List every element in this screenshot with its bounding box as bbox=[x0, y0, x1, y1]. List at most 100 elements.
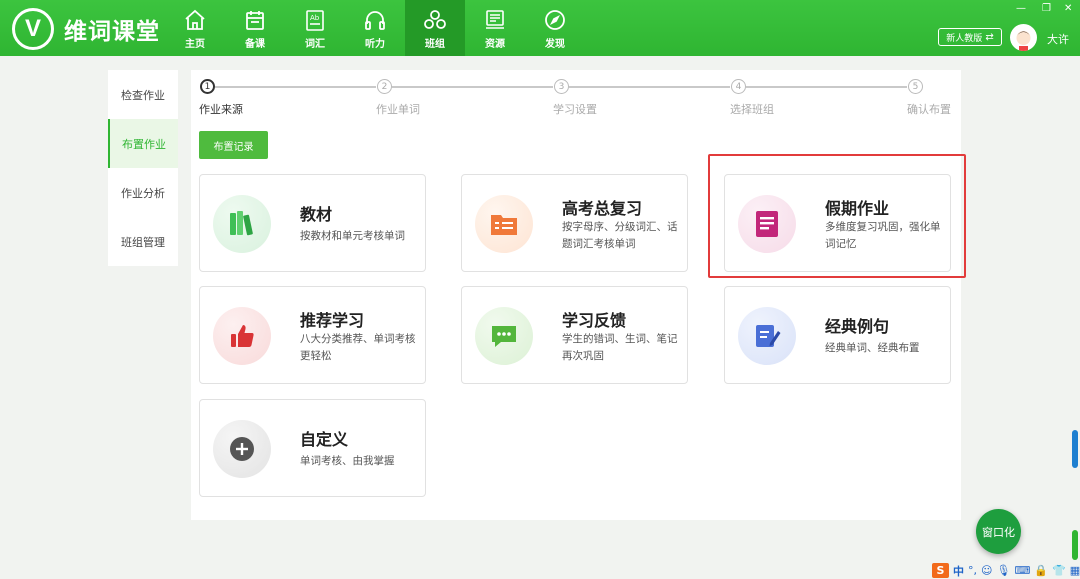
step-number: 5 bbox=[908, 79, 923, 94]
close-icon[interactable]: ✕ bbox=[1064, 3, 1072, 14]
step-label: 选择班组 bbox=[730, 103, 774, 116]
step-4: 4 选择班组 bbox=[730, 79, 774, 116]
sidebar-item-class-management[interactable]: 班组管理 bbox=[108, 217, 178, 266]
card-description: 按教材和单元考核单词 bbox=[300, 230, 405, 242]
card-description: 八大分类推荐、单词考核更轻松 bbox=[300, 333, 416, 362]
nav-label: 班组 bbox=[425, 38, 445, 50]
nav-label: 听力 bbox=[365, 38, 385, 50]
step-number: 4 bbox=[731, 79, 746, 94]
punctuation-icon[interactable]: °, bbox=[968, 564, 977, 577]
step-label: 作业单词 bbox=[376, 103, 420, 116]
textbook-version-label: 新人教版 bbox=[946, 33, 983, 44]
microphone-icon[interactable]: 🎙 bbox=[996, 564, 1010, 577]
nav-label: 主页 bbox=[185, 38, 205, 50]
nav-label: 发现 bbox=[545, 38, 565, 50]
step-1: 1 作业来源 bbox=[199, 79, 243, 116]
nav-label: 资源 bbox=[485, 38, 505, 50]
lock-icon[interactable]: 🔒 bbox=[1034, 564, 1048, 577]
headphones-icon bbox=[362, 7, 388, 33]
folder-icon bbox=[475, 195, 533, 253]
card-title: 经典例句 bbox=[825, 317, 890, 336]
source-card-textbook[interactable]: 教材 按教材和单元考核单词 bbox=[199, 174, 426, 272]
nav-home[interactable]: 主页 bbox=[165, 0, 225, 56]
step-connector bbox=[215, 86, 376, 88]
svg-text:Ab: Ab bbox=[310, 14, 320, 22]
app-name: 维词课堂 bbox=[64, 19, 160, 45]
step-progress: 1 作业来源 2 作业单词 3 学习设置 4 选择班组 5 确认布置 bbox=[191, 79, 961, 119]
resources-icon bbox=[482, 7, 508, 33]
vocabulary-icon: Ab bbox=[302, 7, 328, 33]
logo-v-icon: V bbox=[12, 8, 54, 50]
step-connector bbox=[569, 86, 730, 88]
step-5: 5 确认布置 bbox=[907, 79, 951, 116]
home-icon bbox=[182, 7, 208, 33]
step-label: 作业来源 bbox=[199, 103, 243, 116]
sidebar-item-assign-homework[interactable]: 布置作业 bbox=[108, 119, 178, 168]
nav-class-group[interactable]: 班组 bbox=[405, 0, 465, 56]
source-card-recommended[interactable]: 推荐学习 八大分类推荐、单词考核更轻松 bbox=[199, 286, 426, 384]
compass-icon bbox=[542, 7, 568, 33]
keyboard-icon[interactable]: ⌨ bbox=[1014, 564, 1030, 577]
nav-label: 备课 bbox=[245, 38, 265, 50]
step-number: 1 bbox=[200, 79, 215, 94]
textbook-version-switch[interactable]: 新人教版 ⇄ bbox=[938, 28, 1002, 46]
nav-listening[interactable]: 听力 bbox=[345, 0, 405, 56]
side-indicator bbox=[1072, 530, 1078, 560]
scrollbar-thumb[interactable] bbox=[1072, 430, 1078, 468]
main-panel: 1 作业来源 2 作业单词 3 学习设置 4 选择班组 5 确认布置 布置记录 … bbox=[191, 70, 961, 520]
nav-label: 词汇 bbox=[305, 38, 325, 50]
nav-vocabulary[interactable]: Ab 词汇 bbox=[285, 0, 345, 56]
card-title: 学习反馈 bbox=[562, 311, 627, 330]
source-card-gaokao-review[interactable]: 高考总复习 按字母序、分级词汇、话题词汇考核单词 bbox=[461, 174, 688, 272]
sidebar-item-homework-analysis[interactable]: 作业分析 bbox=[108, 168, 178, 217]
nav-prepare[interactable]: 备课 bbox=[225, 0, 285, 56]
card-description: 经典单词、经典布置 bbox=[825, 342, 920, 354]
ime-toolbar: S 中 °, ☺ 🎙 ⌨ 🔒 👕 ▦ bbox=[932, 562, 1080, 579]
books-icon bbox=[213, 195, 271, 253]
avatar[interactable] bbox=[1010, 24, 1037, 51]
chat-icon bbox=[475, 307, 533, 365]
emoji-icon[interactable]: ☺ bbox=[981, 564, 992, 577]
step-number: 2 bbox=[377, 79, 392, 94]
source-card-classic-sentences[interactable]: 经典例句 经典单词、经典布置 bbox=[724, 286, 951, 384]
card-description: 单词考核、由我掌握 bbox=[300, 455, 395, 467]
card-title: 推荐学习 bbox=[300, 311, 365, 330]
main-nav: 主页 备课 Ab 词汇 听力 班组 资源 发现 bbox=[165, 0, 585, 56]
sidebar: 检查作业 布置作业 作业分析 班组管理 bbox=[108, 70, 178, 266]
restore-icon[interactable]: ❐ bbox=[1042, 3, 1051, 14]
minimize-icon[interactable]: — bbox=[1016, 3, 1026, 14]
username[interactable]: 大许 bbox=[1047, 31, 1069, 47]
card-title: 自定义 bbox=[300, 430, 349, 449]
card-title: 高考总复习 bbox=[562, 199, 643, 218]
top-bar: V 维词课堂 主页 备课 Ab 词汇 听力 班组 资源 发现 — ❐ ✕ 新人教… bbox=[0, 0, 1080, 56]
step-connector bbox=[392, 86, 553, 88]
shirt-icon[interactable]: 👕 bbox=[1052, 564, 1066, 577]
sidebar-item-check-homework[interactable]: 检查作业 bbox=[108, 70, 178, 119]
swap-icon: ⇄ bbox=[985, 31, 994, 43]
plus-icon bbox=[213, 420, 271, 478]
ime-language[interactable]: 中 bbox=[953, 563, 964, 579]
step-label: 确认布置 bbox=[907, 103, 951, 116]
step-3: 3 学习设置 bbox=[553, 79, 597, 116]
step-number: 3 bbox=[554, 79, 569, 94]
card-title: 教材 bbox=[300, 205, 333, 224]
class-group-icon bbox=[422, 7, 448, 33]
step-2: 2 作业单词 bbox=[376, 79, 420, 116]
ime-logo-icon[interactable]: S bbox=[932, 563, 949, 578]
calendar-icon bbox=[242, 7, 268, 33]
source-card-custom[interactable]: 自定义 单词考核、由我掌握 bbox=[199, 399, 426, 497]
window-mode-button[interactable]: 窗口化 bbox=[976, 509, 1021, 554]
grid-icon[interactable]: ▦ bbox=[1070, 564, 1080, 577]
step-connector bbox=[746, 86, 907, 88]
app-logo: V 维词课堂 bbox=[12, 8, 160, 50]
card-description: 学生的错词、生词、笔记再次巩固 bbox=[562, 333, 678, 362]
source-card-learning-feedback[interactable]: 学习反馈 学生的错词、生词、笔记再次巩固 bbox=[461, 286, 688, 384]
edit-note-icon bbox=[738, 307, 796, 365]
thumbs-up-icon bbox=[213, 307, 271, 365]
nav-discover[interactable]: 发现 bbox=[525, 0, 585, 56]
assignment-record-button[interactable]: 布置记录 bbox=[199, 131, 268, 159]
nav-resources[interactable]: 资源 bbox=[465, 0, 525, 56]
step-label: 学习设置 bbox=[553, 103, 597, 116]
highlight-frame bbox=[708, 154, 966, 278]
card-description: 按字母序、分级词汇、话题词汇考核单词 bbox=[562, 221, 678, 250]
